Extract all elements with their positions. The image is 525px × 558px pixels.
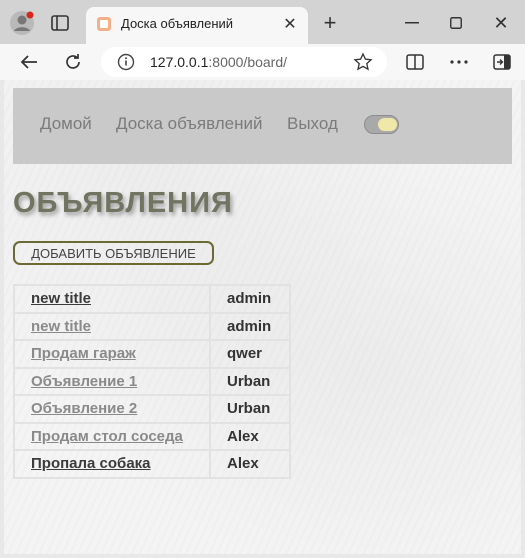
split-screen-icon[interactable]	[403, 50, 427, 74]
url-text: 127.0.0.1:8000/board/	[150, 54, 288, 70]
new-tab-icon[interactable]: +	[318, 10, 342, 35]
sidebar-icon[interactable]	[490, 50, 514, 74]
close-window-icon[interactable]: ✕	[489, 11, 513, 35]
add-ad-button[interactable]: ДОБАВИТЬ ОБЪЯВЛЕНИЕ	[13, 241, 214, 265]
table-row: new title admin	[13, 284, 291, 314]
nav-link-home[interactable]: Домой	[40, 114, 92, 134]
table-row: Объявление 1 Urban	[13, 366, 291, 396]
more-menu-icon[interactable]	[447, 50, 471, 74]
browser-tab-bar: Доска объявлений ✕ + ✕	[0, 0, 525, 44]
sun-cloud-icon	[378, 118, 397, 131]
ad-title-link[interactable]: Пропала собака	[31, 455, 151, 472]
ad-title-link[interactable]: Объявление 2	[31, 400, 137, 417]
ad-title-link[interactable]: Продам стол соседа	[31, 428, 183, 445]
ad-author: Urban	[209, 394, 291, 424]
minimize-icon[interactable]	[400, 11, 424, 35]
reload-icon[interactable]	[61, 50, 85, 74]
favicon-icon	[96, 16, 112, 32]
ad-title-link[interactable]: new title	[31, 290, 91, 307]
tab-actions-icon[interactable]	[48, 12, 72, 34]
theme-toggle[interactable]	[364, 115, 399, 134]
close-tab-icon[interactable]: ✕	[280, 14, 300, 34]
ads-table: new title admin new title admin Продам г…	[13, 284, 291, 479]
maximize-icon[interactable]	[444, 11, 468, 35]
table-row: Продам стол соседа Alex	[13, 421, 291, 451]
table-row: new title admin	[13, 311, 291, 341]
profile-icon[interactable]	[8, 9, 36, 37]
ad-author: admin	[209, 311, 291, 341]
page-viewport: Домой Доска объявлений Выход ОБЪЯВЛЕНИЯ …	[4, 80, 521, 554]
address-bar: 127.0.0.1:8000/board/	[0, 44, 525, 80]
ad-author: admin	[209, 284, 291, 314]
page-title: ОБЪЯВЛЕНИЯ	[13, 187, 233, 219]
ad-title-link[interactable]: Объявление 1	[31, 373, 137, 390]
table-row: Пропала собака Alex	[13, 449, 291, 479]
nav-link-exit[interactable]: Выход	[287, 114, 338, 134]
ad-author: Alex	[209, 421, 291, 451]
back-icon[interactable]	[17, 50, 41, 74]
site-navbar: Домой Доска объявлений Выход	[13, 88, 512, 164]
nav-link-board[interactable]: Доска объявлений	[116, 114, 263, 134]
ad-title-link[interactable]: Продам гараж	[31, 345, 136, 362]
browser-tab[interactable]: Доска объявлений ✕	[86, 7, 308, 44]
tab-title: Доска объявлений	[121, 16, 234, 31]
table-row: Продам гараж qwer	[13, 339, 291, 369]
url-field[interactable]: 127.0.0.1:8000/board/	[101, 47, 387, 77]
ad-author: qwer	[209, 339, 291, 369]
table-row: Объявление 2 Urban	[13, 394, 291, 424]
ad-author: Urban	[209, 366, 291, 396]
ad-title-link[interactable]: new title	[31, 318, 91, 335]
favorite-star-icon[interactable]	[353, 52, 373, 72]
ad-author: Alex	[209, 449, 291, 479]
site-info-icon[interactable]	[117, 53, 135, 71]
